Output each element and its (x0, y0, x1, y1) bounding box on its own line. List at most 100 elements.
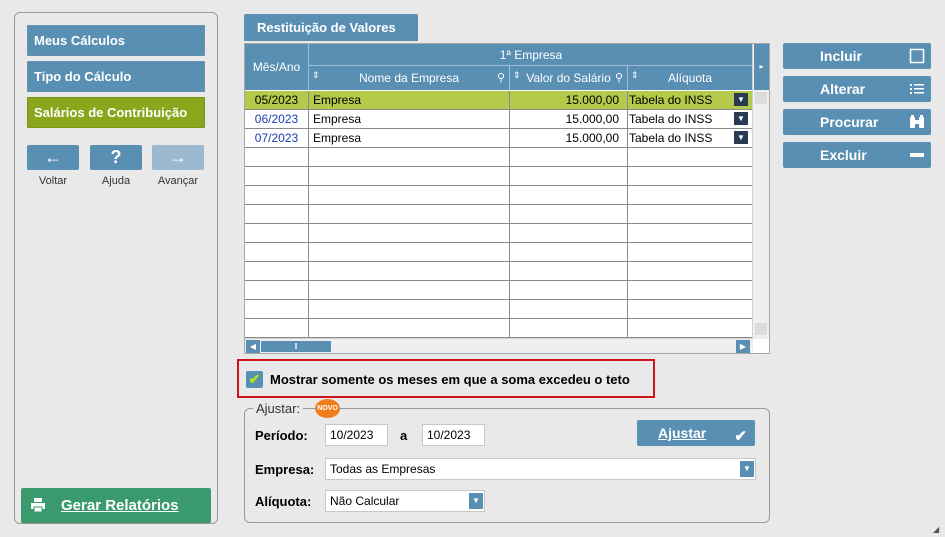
empty-row (245, 167, 753, 186)
scroll-up-icon[interactable] (755, 92, 767, 104)
new-badge: NOVO (315, 399, 340, 418)
sidebar-item-meus-calculos[interactable]: Meus Cálculos (27, 25, 205, 56)
empty-row (245, 319, 753, 338)
empty-row (245, 243, 753, 262)
show-exceeded-checkbox[interactable]: ✔ (246, 371, 263, 388)
list-icon (909, 81, 925, 97)
show-exceeded-label: Mostrar somente os meses em que a soma e… (270, 372, 630, 387)
cell-aliquota[interactable]: Tabela do INSS ▼ (628, 129, 753, 147)
next-button[interactable]: → (152, 145, 204, 170)
cell-aliquota[interactable]: Tabela do INSS ▼ (628, 91, 753, 109)
periodo-separator: a (400, 428, 408, 443)
column-header-nome-empresa[interactable]: ⇕ Nome da Empresa ⚲ (309, 66, 510, 90)
salary-grid: Mês/Ano 1ª Empresa ⇕ Nome da Empresa ⚲ ⇕… (244, 43, 770, 354)
arrow-left-icon: ← (44, 147, 62, 167)
scroll-down-icon[interactable] (755, 323, 767, 335)
empty-row (245, 281, 753, 300)
minus-icon (909, 147, 925, 163)
arrow-right-icon: → (169, 147, 187, 167)
cell-aliquota[interactable]: Tabela do INSS ▼ (628, 110, 753, 128)
printer-icon (31, 498, 45, 512)
cell-empresa: Empresa (309, 129, 510, 147)
chevron-down-icon[interactable]: ▼ (734, 131, 748, 144)
next-label: Avançar (157, 175, 199, 187)
square-icon (909, 48, 925, 64)
ajustar-legend: Ajustar: (253, 401, 304, 416)
generate-reports-label: Gerar Relatórios (61, 497, 179, 514)
table-row[interactable]: 06/2023 Empresa 15.000,00 Tabela do INSS… (245, 110, 753, 129)
include-button[interactable]: Incluir (783, 43, 931, 69)
ajustar-button[interactable]: Ajustar ✔ (637, 420, 755, 446)
generate-reports-button[interactable]: Gerar Relatórios (21, 488, 211, 523)
cell-mes: 06/2023 (245, 110, 309, 128)
cell-valor: 15.000,00 (510, 129, 628, 147)
include-label: Incluir (820, 48, 863, 64)
question-icon: ? (110, 147, 122, 167)
periodo-from-input[interactable]: 10/2023 (325, 424, 388, 446)
cell-mes: 05/2023 (245, 91, 309, 109)
binoculars-icon (909, 114, 925, 130)
help-button[interactable]: ? (90, 145, 142, 170)
search-button[interactable]: Procurar (783, 109, 931, 135)
empty-row (245, 224, 753, 243)
sort-icon: ⇕ (312, 70, 320, 80)
scroll-right-arrow-icon[interactable]: ▸ (754, 44, 769, 90)
empty-row (245, 186, 753, 205)
scroll-left-icon[interactable]: ◀ (246, 340, 260, 353)
periodo-to-input[interactable]: 10/2023 (422, 424, 485, 446)
help-label: Ajuda (101, 175, 131, 187)
resize-grip-icon[interactable]: ◢ (933, 525, 943, 535)
column-header-label: Alíquota (667, 71, 713, 85)
scroll-right-icon[interactable]: ▶ (736, 340, 750, 353)
cell-mes: 07/2023 (245, 129, 309, 147)
empresa-select[interactable]: Todas as Empresas ▼ (325, 458, 756, 480)
column-header-mes-ano[interactable]: Mês/Ano (245, 44, 309, 90)
horizontal-scrollbar[interactable]: ◀ ‖ ▶ (245, 338, 753, 353)
empty-row (245, 205, 753, 224)
edit-button[interactable]: Alterar (783, 76, 931, 102)
column-header-label: Nome da Empresa (358, 71, 460, 85)
vertical-scrollbar[interactable]: ▸ (752, 44, 769, 339)
table-row[interactable]: 05/2023 Empresa 15.000,00 Tabela do INSS… (245, 91, 753, 110)
group-header-empresa: 1ª Empresa (309, 44, 753, 66)
search-icon[interactable]: ⚲ (497, 66, 505, 90)
periodo-label: Período: (255, 428, 308, 443)
ajustar-button-label: Ajustar (658, 425, 707, 441)
tab-restituicao-de-valores[interactable]: Restituição de Valores (244, 14, 418, 41)
checkmark-icon: ✔ (248, 371, 261, 387)
filter-highlight-box: ✔ Mostrar somente os meses em que a soma… (237, 359, 655, 398)
sort-icon: ⇕ (631, 70, 639, 80)
chevron-down-icon[interactable]: ▼ (734, 93, 748, 106)
aliquota-select-value: Não Calcular (330, 494, 400, 508)
table-row[interactable]: 07/2023 Empresa 15.000,00 Tabela do INSS… (245, 129, 753, 148)
edit-label: Alterar (820, 81, 866, 97)
chevron-down-icon[interactable]: ▼ (740, 461, 754, 477)
aliquota-select[interactable]: Não Calcular ▼ (325, 490, 485, 512)
sidebar-item-salarios-de-contribuicao[interactable]: Salários de Contribuição (27, 97, 205, 128)
empresa-label: Empresa: (255, 462, 315, 477)
empty-row (245, 262, 753, 281)
back-label: Voltar (38, 175, 68, 187)
chevron-down-icon[interactable]: ▼ (469, 493, 483, 509)
cell-valor: 15.000,00 (510, 110, 628, 128)
search-icon[interactable]: ⚲ (615, 66, 623, 90)
search-label: Procurar (820, 114, 879, 130)
column-header-label: Valor do Salário (526, 71, 611, 85)
checkmark-icon: ✔ (734, 428, 747, 445)
column-header-valor-salario[interactable]: ⇕ Valor do Salário ⚲ (510, 66, 628, 90)
cell-empresa: Empresa (309, 91, 510, 109)
left-panel: Meus Cálculos Tipo do Cálculo Salários d… (14, 12, 218, 524)
sidebar-item-tipo-do-calculo[interactable]: Tipo do Cálculo (27, 61, 205, 92)
delete-button[interactable]: Excluir (783, 142, 931, 168)
horizontal-scroll-thumb[interactable]: ‖ (261, 341, 331, 352)
back-button[interactable]: ← (27, 145, 79, 170)
cell-empresa: Empresa (309, 110, 510, 128)
aliquota-value: Tabela do INSS (629, 93, 713, 107)
empty-row (245, 300, 753, 319)
sort-icon: ⇕ (513, 70, 521, 80)
delete-label: Excluir (820, 147, 867, 163)
chevron-down-icon[interactable]: ▼ (734, 112, 748, 125)
column-header-aliquota[interactable]: ⇕ Alíquota (628, 66, 753, 90)
aliquota-label: Alíquota: (255, 494, 312, 509)
empresa-select-value: Todas as Empresas (330, 462, 436, 476)
